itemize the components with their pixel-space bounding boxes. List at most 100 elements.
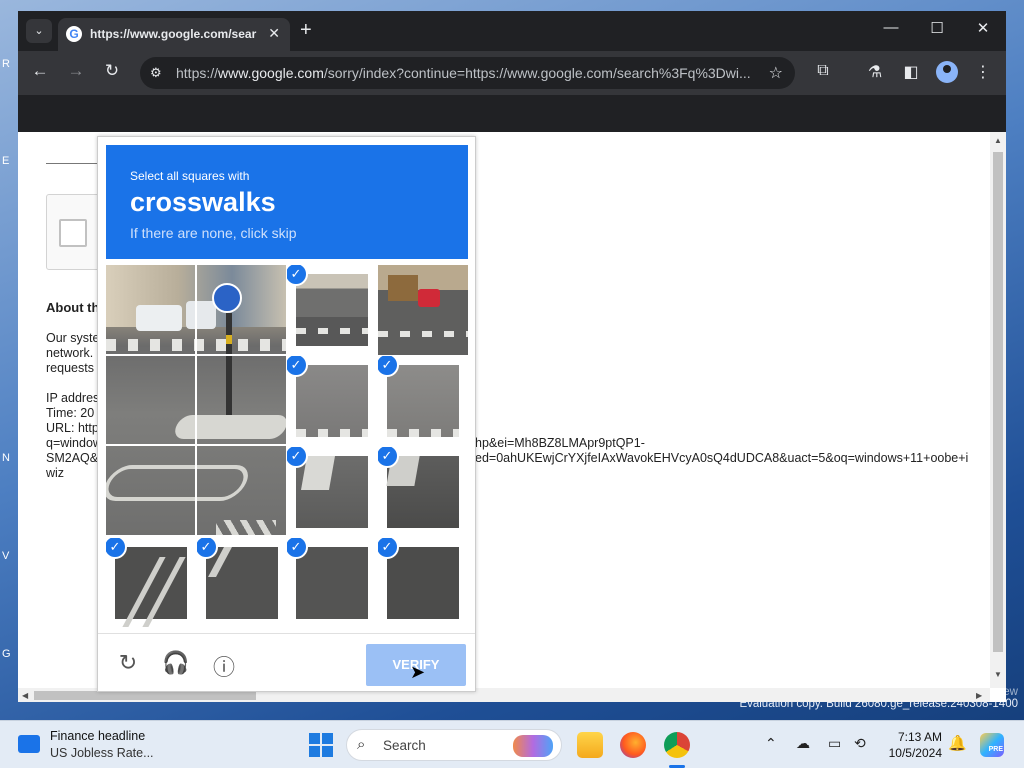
about-heading: About th: [46, 300, 100, 315]
minimize-button[interactable]: —: [876, 19, 906, 36]
new-tab-button[interactable]: +: [300, 19, 312, 41]
grid-divider: [195, 265, 197, 535]
close-window-button[interactable]: ✕: [968, 19, 998, 37]
tile-image: [387, 547, 459, 619]
taskbar-search-box[interactable]: ⌕ Search: [346, 729, 562, 761]
captcha-tile-selected[interactable]: ✓: [197, 538, 287, 628]
page-text-line: Our syste: [46, 331, 100, 345]
page-text-line: network.: [46, 346, 94, 360]
captcha-street-image: [106, 265, 286, 535]
tab-google-sorry[interactable]: G https://www.google.com/sear ✕: [58, 18, 290, 51]
horizontal-scroll-thumb[interactable]: [34, 691, 256, 700]
search-icon: ⌕: [357, 736, 366, 753]
google-favicon-icon: G: [66, 26, 82, 42]
page-text-line: Time: 20: [46, 406, 95, 420]
traffic-sign-icon: [212, 283, 242, 313]
captcha-target-word: crosswalks: [130, 187, 276, 217]
desktop-icon-label[interactable]: N: [2, 452, 10, 464]
audio-challenge-headphones-icon[interactable]: 🎧: [161, 650, 191, 676]
tile-image: [386, 456, 459, 528]
captcha-header: Select all squares with crosswalks If th…: [106, 145, 468, 259]
info-icon[interactable]: ⓘ: [209, 650, 239, 682]
tile-image: [206, 547, 278, 619]
tile-image: [296, 547, 368, 619]
show-hidden-icons-chevron-icon[interactable]: ⌃: [765, 735, 777, 752]
extensions-icon[interactable]: ⧉: [812, 62, 834, 80]
news-widget-title[interactable]: Finance headline: [50, 729, 145, 743]
captcha-tile-selected[interactable]: ✓: [378, 447, 468, 537]
url-text[interactable]: https://www.google.com/sorry/index?conti…: [176, 65, 766, 81]
tile-image: [296, 456, 368, 528]
site-info-icon[interactable]: ⚙: [150, 65, 162, 81]
sync-icon[interactable]: ⟲: [854, 735, 866, 752]
captcha-tile-selected[interactable]: ✓: [378, 356, 468, 446]
side-panel-icon[interactable]: ◧: [900, 62, 922, 82]
bookmark-star-icon[interactable]: ☆: [769, 63, 783, 83]
captcha-tile-selected[interactable]: ✓: [287, 447, 377, 537]
clock-time: 7:13 AM: [897, 730, 942, 744]
recaptcha-checkbox[interactable]: [59, 219, 87, 247]
labs-flask-icon[interactable]: ⚗: [864, 62, 886, 82]
captcha-tile-selected[interactable]: ✓: [378, 538, 468, 628]
page-text-line: URL: http: [46, 421, 99, 435]
address-bar[interactable]: ⚙ https://www.google.com/sorry/index?con…: [140, 57, 795, 89]
network-offline-icon[interactable]: ☁: [796, 735, 810, 752]
captcha-hint: If there are none, click skip: [130, 225, 297, 241]
desktop-icon-label[interactable]: E: [2, 155, 9, 167]
finance-news-icon[interactable]: [18, 735, 40, 753]
maximize-button[interactable]: ☐: [922, 19, 952, 37]
captcha-tile[interactable]: [378, 265, 468, 355]
system-clock[interactable]: 7:13 AM 10/5/2024: [884, 729, 942, 761]
sign-pole: [226, 313, 232, 423]
page-text-line: IP addres: [46, 391, 100, 405]
traffic-island: [171, 415, 286, 439]
tab-search-button[interactable]: ⌄: [26, 19, 52, 43]
windows-taskbar: Finance headline US Jobless Rate... ⌕ Se…: [0, 720, 1024, 768]
chrome-icon[interactable]: [664, 732, 690, 758]
scroll-down-icon[interactable]: ▼: [994, 670, 1002, 679]
tab-close-icon[interactable]: ✕: [268, 25, 280, 42]
firefox-icon[interactable]: [620, 732, 646, 758]
divider: [46, 163, 98, 164]
vertical-scrollbar[interactable]: ▲ ▼: [990, 132, 1006, 688]
captcha-instruction: Select all squares with: [130, 169, 250, 183]
tile-image: [296, 274, 368, 346]
mouse-cursor-icon: ➤: [410, 662, 426, 682]
start-windows-icon[interactable]: [309, 733, 333, 757]
grid-divider: [106, 354, 286, 356]
toolbar-spacer: [18, 95, 1006, 132]
clock-date: 10/5/2024: [888, 746, 942, 760]
profile-avatar-icon[interactable]: [936, 61, 958, 83]
notification-bell-icon[interactable]: 🔔: [948, 734, 967, 752]
reload-challenge-icon[interactable]: ↻: [113, 650, 143, 676]
captcha-tile-selected[interactable]: ✓: [106, 538, 196, 628]
captcha-tile-selected[interactable]: ✓: [287, 356, 377, 446]
car-shape: [186, 301, 216, 329]
desktop-icon-label[interactable]: G: [2, 648, 11, 660]
page-text-line: SM2AQ&: [46, 451, 99, 465]
page-text-line: wiz: [46, 466, 65, 480]
display-icon[interactable]: ▭: [828, 735, 841, 752]
search-placeholder: Search: [383, 738, 426, 753]
scroll-up-icon[interactable]: ▲: [994, 136, 1002, 145]
back-arrow-icon[interactable]: ←: [28, 61, 52, 81]
chrome-menu-icon[interactable]: ⋮: [972, 62, 994, 82]
captcha-tile-selected[interactable]: ✓: [287, 538, 377, 628]
captcha-tile-selected[interactable]: ✓: [287, 265, 377, 355]
reload-icon[interactable]: ↻: [100, 61, 124, 81]
tile-image: [296, 365, 368, 437]
vertical-scroll-thumb[interactable]: [993, 152, 1003, 652]
desktop-icon-label[interactable]: V: [2, 550, 9, 562]
grid-divider: [106, 444, 286, 446]
search-highlight-art-icon: [513, 735, 553, 757]
file-explorer-icon[interactable]: [577, 732, 603, 758]
news-widget-subtitle[interactable]: US Jobless Rate...: [50, 746, 154, 760]
captcha-footer: ↻ 🎧 ⓘ VERIFY ➤: [98, 633, 475, 691]
forward-arrow-icon[interactable]: →: [64, 61, 88, 81]
desktop-icon-label[interactable]: R: [2, 58, 10, 70]
captcha-challenge: Select all squares with crosswalks If th…: [97, 136, 476, 692]
scroll-right-icon[interactable]: ▶: [976, 691, 982, 700]
scroll-left-icon[interactable]: ◀: [22, 691, 28, 700]
copilot-pre-icon[interactable]: PRE: [980, 733, 1004, 757]
tab-title: https://www.google.com/sear: [90, 27, 257, 41]
